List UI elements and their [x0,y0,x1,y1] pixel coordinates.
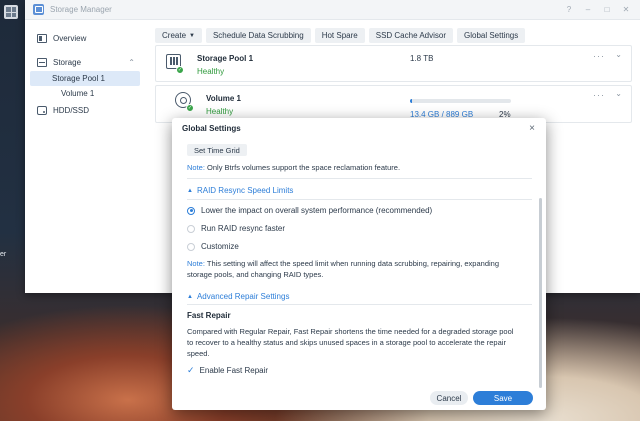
sidebar-item-hdd-ssd[interactable]: HDD/SSD [25,101,145,119]
radio-run-faster[interactable]: Run RAID resync faster [187,224,285,233]
fast-repair-description: Compared with Regular Repair, Fast Repai… [187,327,514,358]
pool-status: Healthy [197,67,225,76]
volume-usage-bar [410,99,511,103]
btrfs-note: Note: Only Btrfs volumes support the spa… [187,163,401,172]
sidebar-item-storage-pool-1[interactable]: Storage Pool 1 [30,71,140,86]
chevron-down-icon[interactable]: ⌄ [615,89,622,98]
healthy-check-icon: ✓ [186,104,194,112]
create-button[interactable]: Create ▼ [155,28,202,43]
sidebar-item-overview[interactable]: Overview [25,29,145,47]
divider [187,178,532,179]
storage-pool-card[interactable]: ✓ Storage Pool 1 Healthy 1.8 TB ··· ⌄ [155,45,632,82]
save-button[interactable]: Save [473,391,533,405]
more-options-icon[interactable]: ··· [593,51,605,61]
global-settings-dialog: Global Settings × Set Time Grid Note: On… [172,118,546,410]
dialog-body: Set Time Grid Note: Only Btrfs volumes s… [172,139,546,384]
radio-unselected-icon[interactable] [187,242,195,251]
dialog-scrollbar[interactable] [539,198,542,388]
dialog-header[interactable]: Global Settings × [172,118,546,139]
close-icon[interactable]: × [529,123,535,134]
fast-repair-title: Fast Repair [187,311,231,320]
more-options-icon[interactable]: ··· [593,90,605,100]
storage-manager-icon [33,4,44,15]
sidebar-item-label: Overview [53,33,87,43]
main-menu-icon[interactable] [4,5,18,19]
toolbar: Create ▼ Schedule Data Scrubbing Hot Spar… [155,28,640,43]
divider [187,304,532,305]
window-title: Storage Manager [50,5,112,14]
raid-resync-section-header[interactable]: ▲ RAID Resync Speed Limits [187,186,293,195]
sidebar-item-storage[interactable]: Storage ⌃ [25,53,145,71]
radio-unselected-icon[interactable] [187,224,195,233]
storage-icon [37,57,47,67]
caret-up-icon: ▲ [187,187,193,194]
desktop-edge-label: er [0,251,7,258]
caret-up-icon: ▲ [187,293,193,300]
window-titlebar[interactable]: Storage Manager ? – □ ✕ [25,0,640,20]
sidebar: Overview Storage ⌃ Storage Pool 1 Volume… [25,20,145,293]
overview-icon [37,33,47,43]
set-time-grid-button[interactable]: Set Time Grid [187,144,247,156]
chevron-up-icon[interactable]: ⌃ [128,58,135,67]
sidebar-item-volume-1[interactable]: Volume 1 [25,86,145,101]
sidebar-item-label: HDD/SSD [53,105,90,115]
caret-down-icon: ▼ [189,32,195,39]
help-button[interactable]: ? [565,5,573,14]
hot-spare-button[interactable]: Hot Spare [314,28,365,43]
maximize-button[interactable]: □ [603,5,611,14]
dialog-footer: Cancel Save [172,384,546,410]
pool-name: Storage Pool 1 [197,54,254,63]
radio-selected-icon[interactable] [187,206,195,215]
enable-fast-repair-checkbox[interactable]: ✓ Enable Fast Repair [187,365,268,376]
chevron-down-icon[interactable]: ⌄ [615,50,622,59]
hdd-icon [37,105,47,115]
volume-name: Volume 1 [206,94,241,103]
radio-customize[interactable]: Customize [187,242,239,251]
sidebar-item-label: Storage [53,57,82,67]
close-window-button[interactable]: ✕ [622,5,630,14]
schedule-data-scrubbing-button[interactable]: Schedule Data Scrubbing [205,28,311,43]
minimize-button[interactable]: – [584,5,592,14]
checkmark-icon[interactable]: ✓ [187,365,195,376]
raid-note: Note: This setting will affect the speed… [187,259,500,279]
healthy-check-icon: ✓ [176,66,184,74]
pool-size: 1.8 TB [410,54,434,63]
volume-status: Healthy [206,107,234,116]
ssd-cache-advisor-button[interactable]: SSD Cache Advisor [368,28,453,43]
radio-lower-impact[interactable]: Lower the impact on overall system perfo… [187,206,432,215]
global-settings-button[interactable]: Global Settings [457,28,526,43]
cancel-button[interactable]: Cancel [430,391,468,405]
dialog-title: Global Settings [182,124,241,133]
divider [187,199,532,200]
advanced-repair-section-header[interactable]: ▲ Advanced Repair Settings [187,292,289,301]
